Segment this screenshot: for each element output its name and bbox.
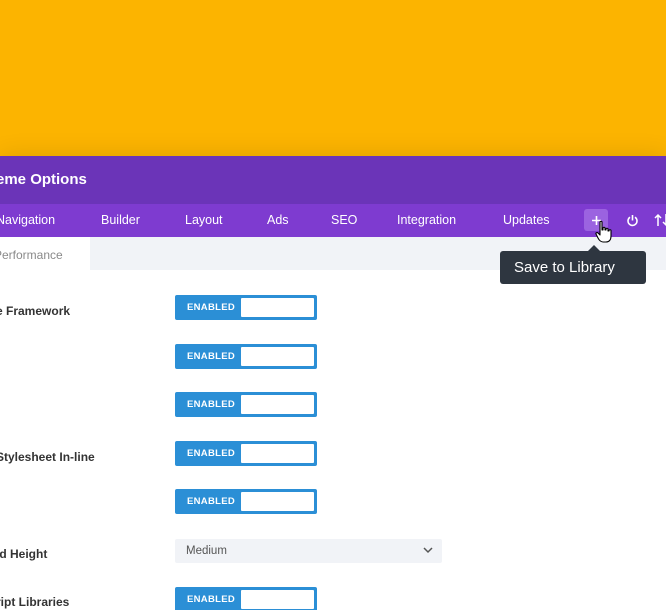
setting-label: ript Libraries bbox=[0, 595, 70, 609]
toggle-switch[interactable]: ENABLED bbox=[175, 392, 317, 417]
toggle-knob bbox=[241, 444, 314, 463]
toggle-state: ENABLED bbox=[187, 594, 236, 605]
height-select[interactable]: Medium bbox=[175, 539, 442, 563]
toggle-knob bbox=[241, 298, 314, 317]
setting-label: e Framework bbox=[0, 304, 71, 318]
hand-cursor-icon bbox=[595, 220, 612, 243]
tab-updates[interactable]: Updates bbox=[503, 213, 550, 227]
toggle-state: ENABLED bbox=[187, 399, 236, 410]
hero-banner bbox=[0, 0, 666, 156]
toggle-knob bbox=[241, 395, 314, 414]
tab-seo[interactable]: SEO bbox=[331, 213, 357, 227]
tab-ads[interactable]: Ads bbox=[267, 213, 289, 227]
tab-integration[interactable]: Integration bbox=[397, 213, 456, 227]
toggle-switch[interactable]: ENABLED bbox=[175, 344, 317, 369]
setting-label: ld Height bbox=[0, 547, 48, 561]
chevron-down-icon bbox=[423, 547, 433, 554]
tab-navigation[interactable]: Navigation bbox=[0, 213, 55, 227]
panel-titlebar: eme Options bbox=[0, 156, 666, 204]
toggle-knob bbox=[241, 590, 314, 609]
height-select-value: Medium bbox=[186, 545, 227, 557]
sort-arrows-icon bbox=[654, 213, 666, 227]
main-nav: Navigation Builder Layout Ads SEO Integr… bbox=[0, 204, 666, 237]
toggle-switch[interactable]: ENABLED bbox=[175, 489, 317, 514]
power-button[interactable] bbox=[620, 209, 644, 231]
toggle-knob bbox=[241, 347, 314, 366]
toggle-state: ENABLED bbox=[187, 302, 236, 313]
theme-options-panel: eme Options Navigation Builder Layout Ad… bbox=[0, 156, 666, 610]
toggle-state: ENABLED bbox=[187, 496, 236, 507]
power-icon bbox=[626, 214, 638, 226]
panel-title: eme Options bbox=[0, 171, 87, 188]
toggle-switch[interactable]: ENABLED bbox=[175, 295, 317, 320]
tab-layout[interactable]: Layout bbox=[185, 213, 223, 227]
tab-performance-label: Performance bbox=[0, 248, 63, 262]
setting-label: Stylesheet In-line bbox=[0, 450, 95, 464]
toggle-state: ENABLED bbox=[187, 351, 236, 362]
sort-button[interactable] bbox=[650, 209, 666, 231]
toggle-switch[interactable]: ENABLED bbox=[175, 441, 317, 466]
toggle-switch[interactable]: ENABLED bbox=[175, 587, 317, 610]
toggle-state: ENABLED bbox=[187, 448, 236, 459]
save-to-library-tooltip: Save to Library bbox=[500, 245, 646, 284]
tab-builder[interactable]: Builder bbox=[101, 213, 140, 227]
tab-performance[interactable]: Performance bbox=[0, 237, 90, 270]
toggle-knob bbox=[241, 492, 314, 511]
